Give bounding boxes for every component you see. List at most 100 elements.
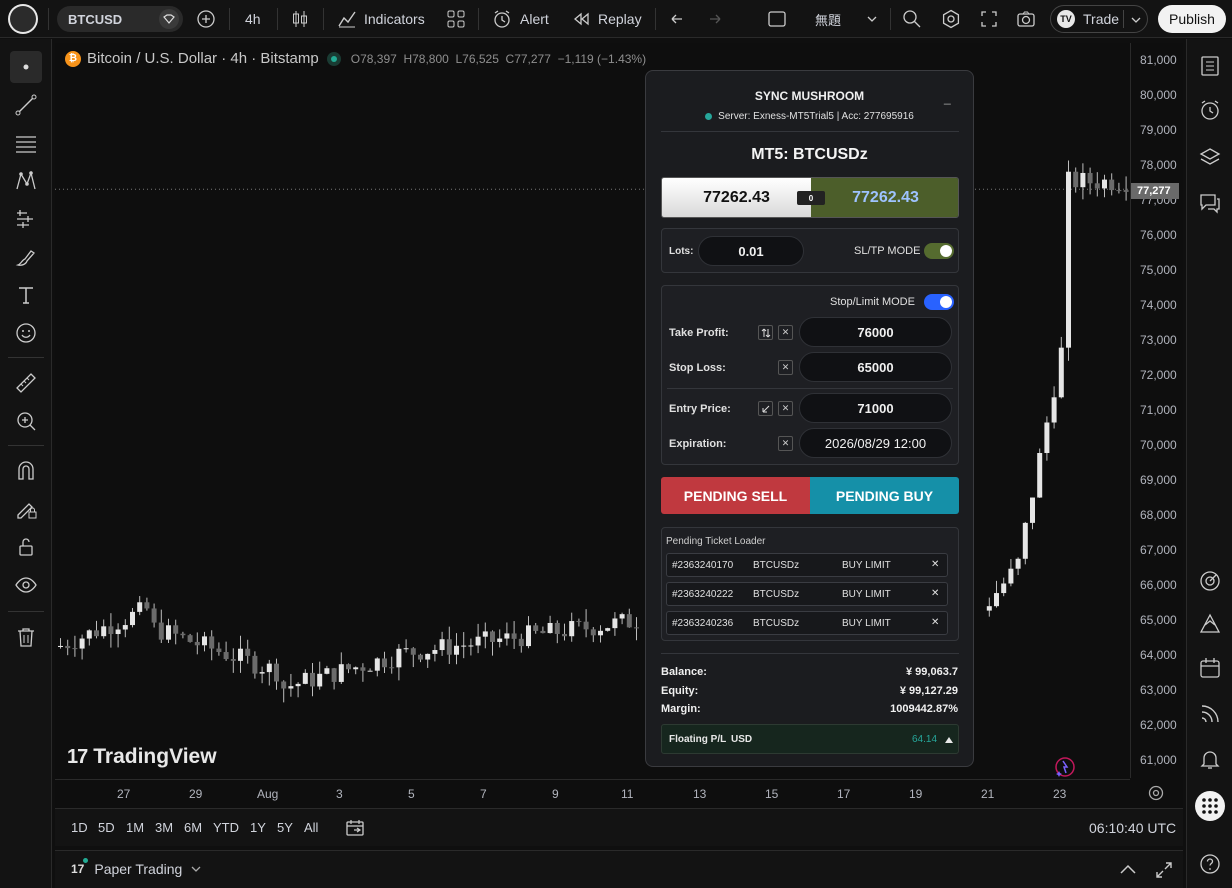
clear-expiration-icon[interactable]: ✕ [778,436,793,451]
watchlist-icon[interactable] [1195,51,1225,81]
sparkle-icon[interactable] [1052,754,1078,780]
ticket-row[interactable]: #2363240236 BTCUSDz BUY LIMIT ✕ [666,611,948,635]
minimize-button[interactable]: _ [944,91,951,105]
templates-icon[interactable] [446,0,466,38]
candles-icon[interactable] [290,0,310,38]
lock-drawing-icon[interactable] [10,493,42,525]
alerts-clock-icon[interactable] [1195,95,1225,125]
paper-trading-tab[interactable]: 17 Paper Trading [71,858,202,877]
pending-sell-button[interactable]: PENDING SELL [661,477,810,514]
calendar-icon[interactable] [1195,653,1225,683]
redo-icon[interactable] [706,0,724,38]
ruler-icon[interactable] [10,367,42,399]
clear-take-profit-icon[interactable]: ✕ [778,325,793,340]
pick-price-icon[interactable] [758,401,773,416]
entry-price-input[interactable]: 71000 [799,393,952,423]
utc-clock[interactable]: 06:10:40 UTC [1089,820,1176,836]
sltp-mode-toggle[interactable] [924,243,954,259]
expand-up-icon[interactable] [944,735,954,745]
apps-grid-icon[interactable] [1195,791,1225,821]
clear-entry-icon[interactable]: ✕ [778,401,793,416]
close-ticket-icon[interactable]: ✕ [931,588,939,599]
trend-line-icon[interactable] [10,89,42,121]
fib-lines-icon[interactable] [10,127,42,159]
quick-search-icon[interactable] [902,0,922,38]
undo-icon[interactable] [668,0,686,38]
layers-icon[interactable] [1195,142,1225,172]
notifications-icon[interactable] [1195,744,1225,774]
brush-icon[interactable] [10,241,42,273]
floating-pl-bar[interactable]: Floating P/L USD 64.14 [661,724,959,754]
range-button-6m[interactable]: 6M [184,820,202,835]
chart-area[interactable]: ₿ Bitcoin / U.S. Dollar · 4h · Bitstamp … [55,43,1183,846]
range-button-1m[interactable]: 1M [126,820,144,835]
close-ticket-icon[interactable]: ✕ [931,617,939,628]
candle [274,658,279,690]
ticket-id: #2363240236 [672,618,734,629]
take-profit-input[interactable]: 76000 [799,317,952,347]
chat-icon[interactable] [1195,188,1225,218]
price-axis[interactable]: 81,000 80,000 79,000 78,000 77,000 76,000 75,0… [1130,43,1183,778]
range-button-1y[interactable]: 1Y [250,820,266,835]
ticket-row[interactable]: #2363240170 BTCUSDz BUY LIMIT ✕ [666,553,948,577]
signal-icon[interactable] [1195,699,1225,729]
forecast-icon[interactable] [10,203,42,235]
symbol-badge-icon[interactable] [159,9,179,29]
target-icon[interactable] [1195,566,1225,596]
ideas-icon[interactable] [1195,609,1225,639]
pending-buy-button[interactable]: PENDING BUY [810,477,959,514]
clear-stop-loss-icon[interactable]: ✕ [778,360,793,375]
interval-button[interactable]: 4h [245,0,261,38]
chevron-down-icon[interactable] [866,0,878,38]
layout-icon[interactable] [767,0,787,38]
price-label: 70,000 [1140,438,1177,452]
range-button-1d[interactable]: 1D [71,820,88,835]
date-range-icon[interactable] [345,818,365,838]
take-profit-label: Take Profit: [669,327,729,339]
collapse-up-icon[interactable] [1118,861,1138,879]
candle [554,620,560,644]
lots-input[interactable]: 0.01 [698,236,804,266]
range-button-5y[interactable]: 5Y [277,820,293,835]
layout-name[interactable]: 無題 [815,0,841,38]
unlock-icon[interactable] [10,531,42,563]
publish-button[interactable]: Publish [1158,5,1226,33]
pattern-icon[interactable] [10,165,42,197]
trash-icon[interactable] [10,621,42,653]
candle [245,639,251,664]
cursor-dot-icon[interactable] [10,51,42,83]
range-button-3m[interactable]: 3M [155,820,173,835]
ticket-row[interactable]: #2363240222 BTCUSDz BUY LIMIT ✕ [666,582,948,606]
connection-status-icon [705,113,713,120]
range-button-all[interactable]: All [304,820,318,835]
add-symbol-icon[interactable] [196,0,216,38]
text-tool-icon[interactable] [10,279,42,311]
zoom-in-icon[interactable] [10,405,42,437]
close-ticket-icon[interactable]: ✕ [931,559,939,570]
camera-icon[interactable] [1016,0,1036,38]
ask-price[interactable]: 77262.43 [811,178,958,217]
stop-limit-mode-toggle[interactable] [924,294,954,310]
swap-arrows-icon[interactable] [758,325,773,340]
replay-button[interactable]: Replay [572,0,642,38]
app-logo[interactable] [8,0,38,38]
symbol-search[interactable]: BTCUSD [57,6,183,32]
indicators-button[interactable]: Indicators [337,0,425,38]
settings-icon[interactable] [941,0,961,38]
expiration-input[interactable]: 2026/08/29 12:00 [799,428,952,458]
stop-loss-input[interactable]: 65000 [799,352,952,382]
range-button-ytd[interactable]: YTD [213,820,239,835]
help-icon[interactable] [1195,849,1225,879]
trade-button[interactable]: TV Trade [1050,5,1148,33]
alert-button[interactable]: Alert [492,0,549,38]
axis-settings-icon[interactable] [1147,784,1165,802]
bid-price[interactable]: 77262.43 [662,178,811,217]
time-axis[interactable]: 27 29 Aug 3 5 7 9 11 13 15 17 19 21 23 [55,779,1130,807]
fullscreen-icon[interactable] [980,0,998,38]
range-button-5d[interactable]: 5D [98,820,115,835]
emoji-icon[interactable] [10,317,42,349]
eye-icon[interactable] [10,569,42,601]
magnet-icon[interactable] [10,455,42,487]
candle [605,627,611,632]
maximize-icon[interactable] [1154,860,1174,880]
